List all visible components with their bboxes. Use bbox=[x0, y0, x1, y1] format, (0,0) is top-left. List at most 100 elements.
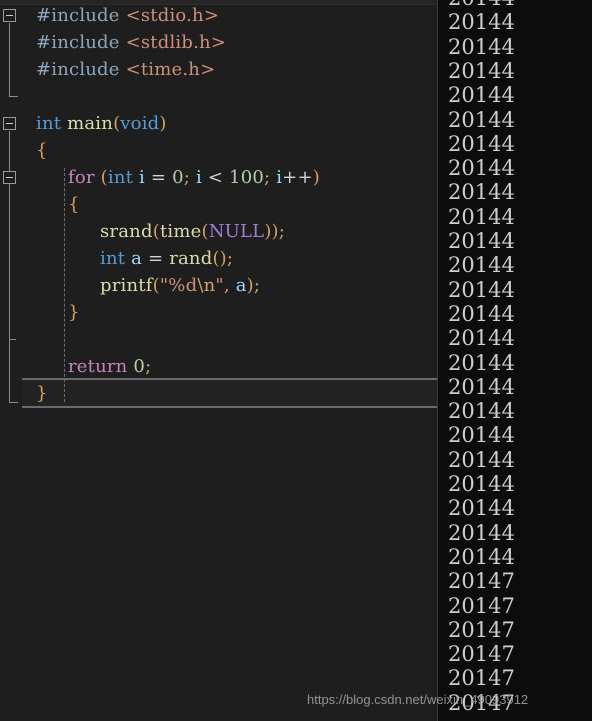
code-line[interactable]: int main(void) bbox=[36, 110, 167, 137]
output-line: 20144 bbox=[448, 277, 515, 302]
code-token: int bbox=[100, 248, 126, 269]
code-token: ( bbox=[100, 167, 108, 188]
code-token: printf bbox=[100, 275, 153, 296]
code-token: " bbox=[215, 275, 224, 296]
code-line[interactable]: int a = rand(); bbox=[100, 245, 233, 272]
code-token: () bbox=[212, 248, 227, 269]
code-line[interactable]: #include <stdlib.h> bbox=[36, 29, 226, 56]
code-token: ; bbox=[226, 248, 234, 269]
code-token: ; bbox=[145, 356, 152, 377]
output-line: 20144 bbox=[448, 58, 515, 83]
output-line: 20147 bbox=[448, 690, 515, 715]
output-line: 20144 bbox=[448, 10, 515, 35]
code-editor-window: #include <stdio.h> #include <stdlib.h> #in… bbox=[0, 0, 592, 721]
code-line[interactable]: { bbox=[68, 191, 80, 218]
code-line[interactable]: return 0; bbox=[68, 353, 151, 380]
output-line: 20144 bbox=[448, 131, 515, 156]
code-token: "%d bbox=[159, 275, 198, 296]
code-token: #include bbox=[36, 59, 126, 80]
output-line: 20144 bbox=[448, 204, 515, 229]
code-token: void bbox=[120, 113, 160, 134]
indent-guide bbox=[64, 168, 65, 402]
output-line: 20147 bbox=[448, 569, 515, 594]
fold-guide-foot bbox=[9, 339, 16, 340]
output-line: 20144 bbox=[448, 107, 515, 132]
output-line: 20147 bbox=[448, 617, 515, 642]
output-line: 20144 bbox=[448, 544, 515, 569]
code-token: a bbox=[235, 275, 247, 296]
code-token: for bbox=[68, 167, 95, 188]
output-line: 20147 bbox=[448, 666, 515, 691]
code-token: #include bbox=[36, 32, 126, 53]
code-token: = bbox=[142, 248, 170, 269]
code-token: < bbox=[201, 167, 230, 188]
output-line: 20144 bbox=[448, 350, 515, 375]
output-line: 20147 bbox=[448, 642, 515, 667]
output-line: 20144 bbox=[448, 0, 515, 10]
code-token: #include bbox=[36, 5, 126, 26]
output-line: 20144 bbox=[448, 423, 515, 448]
code-line[interactable]: } bbox=[68, 299, 80, 326]
code-line[interactable]: } bbox=[36, 380, 48, 407]
code-line[interactable]: { bbox=[36, 137, 48, 164]
output-line: 20144 bbox=[448, 496, 515, 521]
code-token: NULL bbox=[208, 221, 265, 242]
code-token: ++ bbox=[282, 167, 313, 188]
output-console-pane[interactable]: 20144 20144 20144 20144 20144 20144 20144 20144… bbox=[437, 0, 592, 721]
code-line[interactable]: #include <stdio.h> bbox=[36, 5, 219, 29]
fold-gutter[interactable] bbox=[0, 5, 22, 721]
code-token: { bbox=[36, 140, 48, 161]
output-line: 20144 bbox=[448, 520, 515, 545]
code-token: main bbox=[67, 113, 114, 134]
code-token: )) bbox=[264, 221, 279, 242]
code-line[interactable]: #include <time.h> bbox=[36, 56, 215, 83]
output-line: 20144 bbox=[448, 326, 515, 351]
output-line: 20144 bbox=[448, 34, 515, 59]
output-line: 20144 bbox=[448, 180, 515, 205]
code-token: ( bbox=[152, 275, 160, 296]
collapse-includes-fold-icon[interactable] bbox=[3, 9, 16, 22]
code-line[interactable]: srand(time(NULL)); bbox=[100, 218, 285, 245]
output-line: 20144 bbox=[448, 83, 515, 108]
output-line: 20144 bbox=[448, 399, 515, 424]
code-token: 100 bbox=[229, 167, 265, 188]
code-token: <stdlib.h> bbox=[125, 32, 227, 53]
code-token: 0 bbox=[172, 167, 184, 188]
code-line[interactable]: for (int i = 0; i < 100; i++) bbox=[68, 164, 320, 191]
output-line: 20144 bbox=[448, 301, 515, 326]
code-token: int bbox=[36, 113, 62, 134]
code-token: , bbox=[223, 275, 236, 296]
code-token: ; bbox=[264, 167, 277, 188]
code-token: time bbox=[159, 221, 202, 242]
code-token: \n bbox=[197, 275, 216, 296]
code-token: = bbox=[144, 167, 173, 188]
code-token: <stdio.h> bbox=[125, 5, 220, 26]
code-token: } bbox=[68, 302, 80, 323]
code-token: rand bbox=[169, 248, 213, 269]
fold-guide-foot bbox=[9, 402, 18, 403]
collapse-for-fold-icon[interactable] bbox=[3, 171, 16, 184]
code-token: <time.h> bbox=[125, 59, 216, 80]
fold-guide-line bbox=[9, 23, 10, 96]
output-line: 20144 bbox=[448, 374, 515, 399]
collapse-main-fold-icon[interactable] bbox=[3, 117, 16, 130]
current-line-highlight bbox=[22, 378, 437, 408]
code-token: { bbox=[68, 194, 80, 215]
code-token: ( bbox=[152, 221, 160, 242]
code-token: ( bbox=[201, 221, 209, 242]
code-token: 0 bbox=[133, 356, 146, 377]
code-token: int bbox=[107, 167, 134, 188]
output-line: 20144 bbox=[448, 253, 515, 278]
code-line[interactable]: printf("%d\n", a); bbox=[100, 272, 260, 299]
fold-guide-foot bbox=[9, 96, 18, 97]
code-token: ) bbox=[246, 275, 254, 296]
output-line: 20144 bbox=[448, 447, 515, 472]
editor-pane[interactable]: #include <stdio.h> #include <stdlib.h> #in… bbox=[0, 5, 437, 721]
output-line: 20147 bbox=[448, 593, 515, 618]
code-token: ) bbox=[312, 167, 320, 188]
code-token: ; bbox=[183, 167, 196, 188]
output-line: 20144 bbox=[448, 156, 515, 181]
output-line: 20144 bbox=[448, 229, 515, 253]
code-token: return bbox=[68, 356, 128, 377]
code-token: ) bbox=[159, 113, 167, 134]
